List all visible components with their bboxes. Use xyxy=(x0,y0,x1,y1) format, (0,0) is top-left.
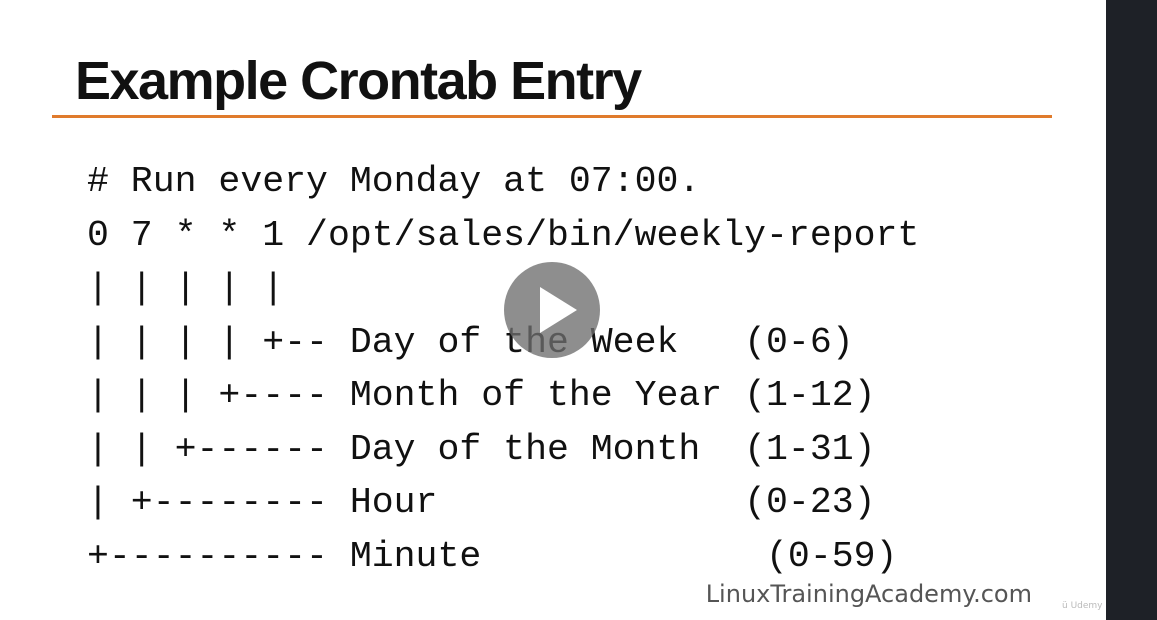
code-line-comment: # Run every Monday at 07:00. xyxy=(87,161,701,202)
play-icon xyxy=(540,287,577,333)
video-player[interactable]: Example Crontab Entry # Run every Monday… xyxy=(0,0,1157,620)
code-line-month: | | | +---- Month of the Year (1-12) xyxy=(87,375,876,416)
title-underline xyxy=(52,115,1052,118)
site-watermark: LinuxTrainingAcademy.com xyxy=(705,580,1032,608)
code-line-day-of-month: | | +------ Day of the Month (1-31) xyxy=(87,428,876,470)
play-button[interactable] xyxy=(504,262,600,358)
code-line-minute: +---------- Minute (0-59) xyxy=(87,535,898,577)
side-panel xyxy=(1106,0,1157,620)
udemy-logo: ü Udemy xyxy=(1062,601,1103,611)
crontab-code-block: # Run every Monday at 07:00. 0 7 * * 1 /… xyxy=(87,155,919,583)
slide-title: Example Crontab Entry xyxy=(75,51,642,111)
code-line-hour: | +-------- Hour (0-23) xyxy=(87,482,876,523)
code-line-entry: 0 7 * * 1 /opt/sales/bin/weekly-report xyxy=(87,214,920,256)
